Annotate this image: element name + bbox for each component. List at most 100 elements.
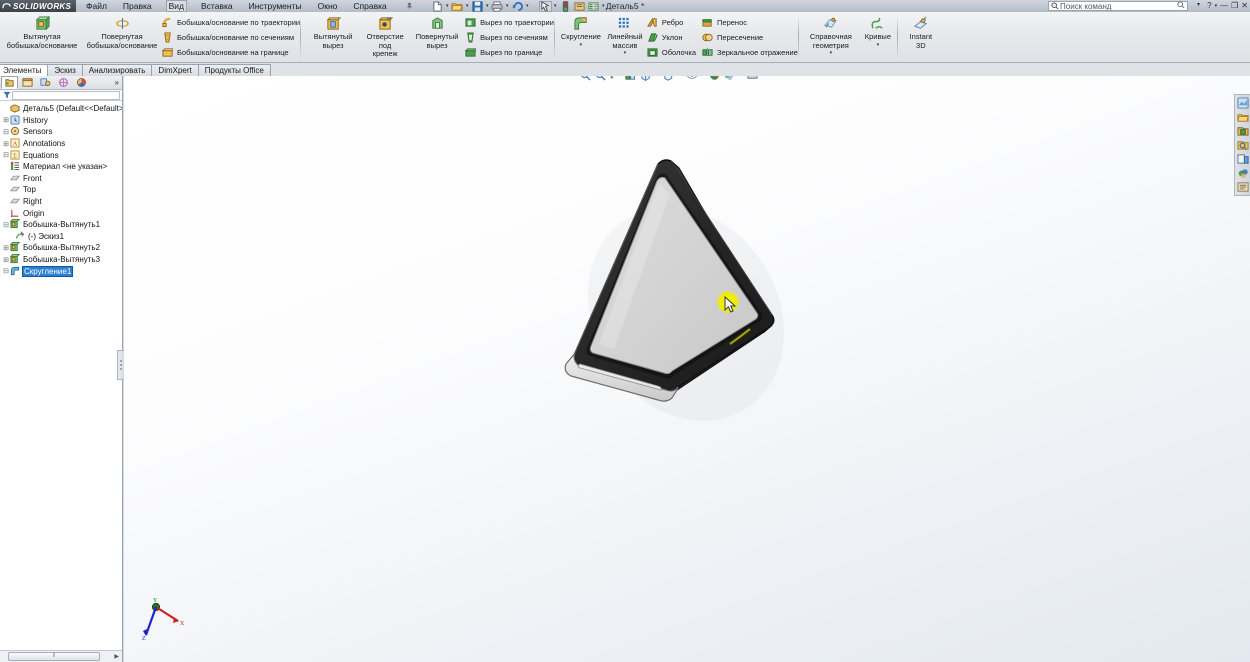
reference-geometry-dropdown-caret-icon[interactable]: ▾	[830, 51, 833, 56]
tree-expander[interactable]: ⊟	[2, 128, 10, 136]
lofted-boss-button[interactable]: Бобышка/основание по сечениям	[162, 31, 300, 44]
draft-button[interactable]: Уклон	[647, 31, 696, 44]
previous-view-icon[interactable]	[609, 76, 622, 82]
hide-show-items-caret-icon[interactable]: ▾	[700, 76, 706, 78]
menu-item-help[interactable]: Справка	[351, 0, 388, 12]
configuration-manager-tab[interactable]	[37, 76, 54, 89]
menu-item-tools[interactable]: Инструменты	[247, 0, 304, 12]
display-style-icon[interactable]	[662, 76, 675, 82]
manager-tabs-more-icon[interactable]: »	[115, 78, 119, 87]
design-library-icon[interactable]	[1236, 111, 1249, 123]
tree-item-extrude1[interactable]: ⊟ Бобышка-Вытянуть1	[2, 219, 122, 231]
feature-manager-tab[interactable]	[1, 76, 18, 89]
view-settings-caret-icon[interactable]: ▾	[761, 76, 767, 78]
rebuild-icon[interactable]	[559, 0, 572, 12]
tree-item-origin[interactable]: Origin	[2, 207, 122, 219]
graphics-area[interactable]: ▾ ▾ ▾ ▾ ▾ ⊟ ⊞ — ❐ ✕	[124, 76, 1250, 662]
view-orientation-icon[interactable]	[639, 76, 652, 82]
mirror-button[interactable]: Зеркальное отражение	[702, 46, 798, 59]
appearances-scenes-icon[interactable]	[1237, 167, 1249, 179]
tree-filter-input[interactable]	[12, 90, 120, 100]
print-caret-icon[interactable]: ▾	[505, 3, 510, 9]
tree-expander[interactable]: ⊞	[2, 140, 10, 148]
view-orientation-caret-icon[interactable]: ▾	[654, 76, 660, 78]
edit-appearance-icon[interactable]	[708, 76, 721, 82]
curves-button[interactable]: Кривые ▾	[859, 13, 897, 48]
model-3d-view[interactable]	[554, 146, 814, 449]
print-icon[interactable]	[491, 0, 504, 12]
tree-scrollbar-thumb[interactable]: ⦀	[8, 652, 100, 661]
new-document-icon[interactable]	[431, 0, 444, 12]
tree-expander[interactable]: ⊞	[2, 256, 10, 264]
save-icon[interactable]	[471, 0, 484, 12]
intersect-button[interactable]: Пересечение	[702, 31, 798, 44]
zoom-to-fit-icon[interactable]	[579, 76, 592, 82]
section-view-icon[interactable]	[624, 76, 637, 82]
hide-show-items-icon[interactable]	[685, 76, 698, 82]
tree-item-sensors[interactable]: ⊟ Sensors	[2, 126, 122, 138]
curves-dropdown-caret-icon[interactable]: ▾	[877, 42, 880, 48]
revolved-boss-button[interactable]: Повернутая бобышка/основание	[82, 13, 162, 50]
tree-item-material[interactable]: Материал <не указан>	[2, 161, 122, 173]
instant3d-button[interactable]: Instant 3D	[902, 13, 940, 50]
tree-item-right-plane[interactable]: Right	[2, 196, 122, 208]
menu-item-window[interactable]: Окно	[316, 0, 340, 12]
revolved-cut-button[interactable]: Повернутый вырез	[409, 13, 465, 50]
tree-item-extrude2[interactable]: ⊞ Бобышка-Вытянуть2	[2, 242, 122, 254]
reference-geometry-button[interactable]: Справочная геометрия ▾	[803, 13, 859, 56]
select-icon[interactable]	[538, 0, 552, 12]
save-caret-icon[interactable]: ▾	[485, 3, 490, 9]
help-button[interactable]: ?	[1207, 1, 1211, 10]
tree-item-annotations[interactable]: ⊞ A Annotations	[2, 138, 122, 150]
phone-body-part[interactable]	[554, 146, 814, 446]
hole-wizard-button[interactable]: Отверстие под крепеж	[361, 13, 409, 59]
property-manager-tab[interactable]	[19, 76, 36, 89]
file-explorer-icon[interactable]	[1236, 125, 1249, 137]
tree-item-part[interactable]: Деталь5 (Default<<Default>_Ph	[2, 103, 122, 115]
tree-item-top-plane[interactable]: Top	[2, 184, 122, 196]
tab-sketch[interactable]: Эскиз	[47, 64, 83, 76]
search-dropdown-caret-icon[interactable]: ▾	[1197, 1, 1200, 8]
view-settings-icon[interactable]	[746, 76, 759, 82]
close-button[interactable]: ✕	[1241, 1, 1248, 10]
menu-item-edit[interactable]: Правка	[121, 0, 154, 12]
display-manager-tab[interactable]	[73, 76, 90, 89]
tab-office-products[interactable]: Продукты Office	[197, 64, 271, 76]
panel-splitter-handle[interactable]	[117, 350, 124, 380]
tree-item-fillet1[interactable]: ⊟ Скругление1	[2, 265, 122, 277]
undo-caret-icon[interactable]: ▾	[525, 3, 530, 9]
command-search[interactable]: Поиск команд	[1048, 1, 1188, 11]
restore-button[interactable]: ❐	[1231, 1, 1238, 10]
tab-elements[interactable]: Элементы	[0, 64, 49, 76]
custom-properties-icon[interactable]	[1236, 181, 1249, 193]
boundary-boss-button[interactable]: Бобышка/основание на границе	[161, 46, 300, 59]
menu-item-file[interactable]: Файл	[84, 0, 109, 12]
apply-scene-icon[interactable]	[723, 76, 736, 82]
tree-expander[interactable]: ⊟	[2, 221, 10, 229]
tree-expander[interactable]: ⊟	[2, 267, 10, 275]
minimize-button[interactable]: —	[1220, 1, 1228, 10]
zoom-to-area-icon[interactable]	[594, 76, 607, 82]
open-document-icon[interactable]	[451, 1, 464, 12]
tree-expander[interactable]: ⊟	[2, 151, 10, 159]
swept-boss-button[interactable]: Бобышка/основание по траектории	[162, 16, 300, 29]
linear-pattern-button[interactable]: Линейный массив ▾	[603, 13, 647, 56]
undo-icon[interactable]	[511, 1, 524, 12]
fillet-dropdown-caret-icon[interactable]: ▾	[580, 42, 583, 48]
options-icon[interactable]	[573, 1, 586, 12]
rib-button[interactable]: Ребро	[646, 16, 696, 29]
fillet-button[interactable]: Скругление ▾	[559, 13, 603, 48]
tree-item-sketch1[interactable]: (-) Эскиз1	[2, 230, 122, 243]
extruded-cut-button[interactable]: Вытянутый вырез	[305, 13, 361, 50]
lofted-cut-button[interactable]: Вырез по сечениям	[465, 31, 554, 44]
properties-icon[interactable]	[587, 1, 600, 12]
solidworks-resources-icon[interactable]	[1236, 97, 1249, 109]
boundary-cut-button[interactable]: Вырез по границе	[464, 46, 554, 59]
view-palette-icon[interactable]	[1236, 153, 1249, 165]
tab-analyze[interactable]: Анализировать	[81, 64, 153, 76]
extruded-boss-button[interactable]: Вытянутая бобышка/основание	[2, 13, 82, 50]
tree-item-equations[interactable]: ⊟ Σ Equations	[2, 149, 122, 161]
linear-pattern-dropdown-caret-icon[interactable]: ▾	[624, 51, 627, 56]
tree-item-front-plane[interactable]: Front	[2, 173, 122, 185]
tree-expander[interactable]: ⊞	[2, 244, 10, 252]
